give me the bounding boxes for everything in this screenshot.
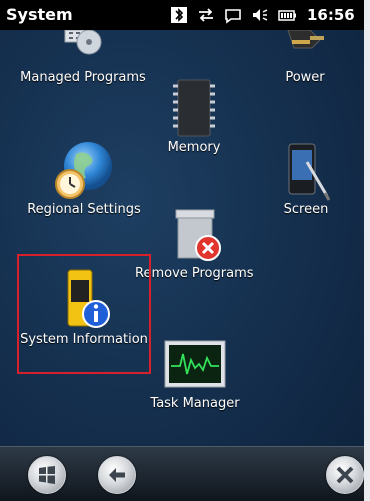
selection-highlight xyxy=(17,254,151,374)
regional-settings-item[interactable]: Regional Settings xyxy=(14,140,154,217)
bluetooth-icon[interactable] xyxy=(170,6,188,24)
managed-programs-item[interactable]: Managed Programs xyxy=(14,30,152,85)
close-button[interactable] xyxy=(326,456,364,494)
managed-programs-icon xyxy=(64,30,102,55)
title-bar: System 16:56 xyxy=(0,0,364,30)
remove-programs-icon xyxy=(175,209,221,261)
task-manager-label: Task Manager xyxy=(150,396,240,411)
screen-label: Screen xyxy=(283,202,329,217)
volume-icon[interactable] xyxy=(251,6,269,24)
memory-label: Memory xyxy=(167,140,221,155)
start-icon xyxy=(39,466,55,484)
remove-programs-label: Remove Programs xyxy=(135,266,254,281)
start-button[interactable] xyxy=(28,456,66,494)
window-frame xyxy=(364,0,370,501)
task-manager-icon xyxy=(164,340,226,388)
screen-item[interactable]: Screen xyxy=(266,140,346,217)
back-icon xyxy=(109,468,125,482)
power-label: Power xyxy=(285,70,325,85)
window-title: System xyxy=(6,5,73,24)
system-screen: System 16:56 Managed Programs Power Memo… xyxy=(0,0,370,501)
message-icon[interactable] xyxy=(224,6,242,24)
memory-chip-icon xyxy=(173,79,215,137)
connectivity-icon[interactable] xyxy=(197,6,215,24)
power-plug-icon xyxy=(287,30,324,49)
memory-item[interactable]: Memory xyxy=(150,78,238,155)
task-manager-item[interactable]: Task Manager xyxy=(140,340,250,411)
back-button[interactable] xyxy=(98,456,136,494)
clock: 16:56 xyxy=(307,6,355,24)
regional-settings-label: Regional Settings xyxy=(27,202,141,217)
close-icon xyxy=(336,466,354,484)
managed-programs-label: Managed Programs xyxy=(20,70,146,85)
globe-clock-icon xyxy=(55,142,112,199)
pda-stylus-icon xyxy=(288,143,331,201)
remove-programs-item[interactable]: Remove Programs xyxy=(135,206,254,281)
battery-icon[interactable] xyxy=(278,6,296,24)
status-icons: 16:56 xyxy=(170,4,355,26)
power-item[interactable]: Power xyxy=(265,30,345,85)
bottom-bar xyxy=(0,446,364,501)
